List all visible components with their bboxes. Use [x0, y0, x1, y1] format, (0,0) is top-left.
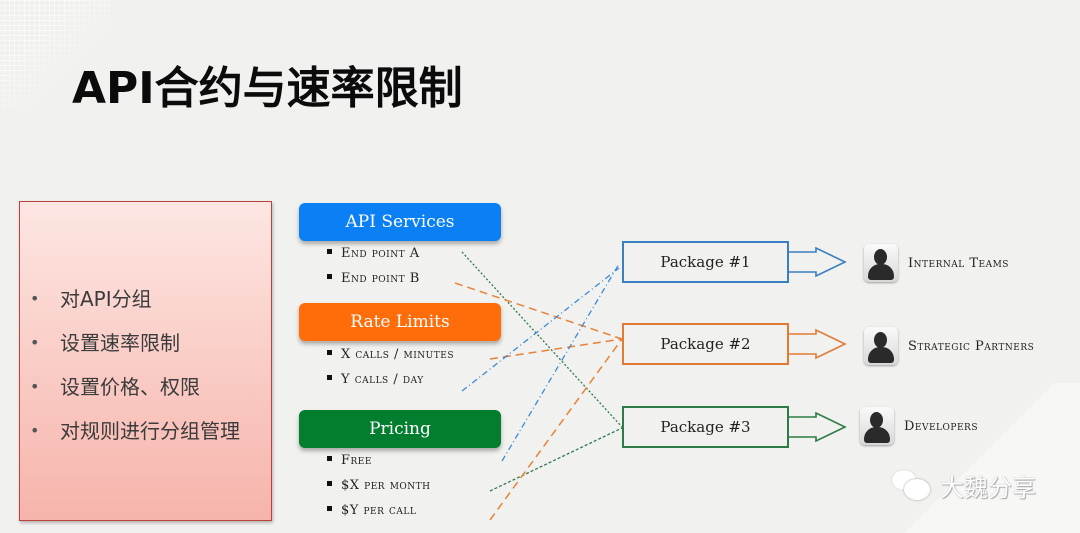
list-item: $X per month	[327, 476, 431, 501]
category-pricing: Pricing	[299, 410, 501, 448]
audience-label: Strategic Partners	[908, 338, 1035, 354]
bullet-icon: •	[30, 377, 40, 396]
bullet-icon: •	[30, 421, 40, 440]
api-services-list: End point A End point B	[327, 244, 420, 294]
category-rate-limits: Rate Limits	[299, 303, 501, 341]
square-bullet-icon	[327, 350, 332, 355]
list-item: End point A	[327, 244, 420, 269]
square-bullet-icon	[327, 456, 332, 461]
list-item: Free	[327, 451, 431, 476]
decorative-slab	[840, 383, 1080, 533]
feature-item: • 设置速率限制	[30, 326, 240, 370]
package-3-box: Package #3	[622, 406, 789, 448]
feature-item: • 设置价格、权限	[30, 370, 240, 414]
arrow-pkg2	[789, 328, 847, 360]
connection-xcalls-pkg2	[489, 338, 623, 360]
audience-developers: Developers	[860, 407, 978, 445]
feature-item: • 对API分组	[30, 282, 240, 326]
bullet-icon: •	[30, 333, 40, 352]
list-item: $Y per call	[327, 501, 431, 526]
square-bullet-icon	[327, 481, 332, 486]
feature-item: • 对规则进行分组管理	[30, 414, 240, 458]
bullet-icon: •	[30, 289, 40, 308]
connection-xmonth-pkg3	[489, 427, 623, 492]
square-bullet-icon	[327, 249, 332, 254]
square-bullet-icon	[327, 375, 332, 380]
connection-pricing-pkg1	[501, 263, 620, 462]
pricing-list: Free $X per month $Y per call	[327, 451, 431, 526]
package-2-box: Package #2	[622, 323, 789, 365]
user-avatar-icon	[860, 407, 894, 445]
user-avatar-icon	[864, 244, 898, 282]
page-title: API合约与速率限制	[72, 63, 463, 114]
list-item: End point B	[327, 269, 420, 294]
feature-summary-box: • 对API分组 • 设置速率限制 • 设置价格、权限 • 对规则进行分组管理	[19, 201, 272, 521]
square-bullet-icon	[327, 274, 332, 279]
audience-label: Developers	[904, 418, 978, 434]
wechat-icon	[892, 469, 934, 502]
audience-internal-teams: Internal Teams	[864, 244, 1009, 282]
arrow-pkg3	[789, 411, 847, 443]
square-bullet-icon	[327, 506, 332, 511]
list-item: Y calls / day	[327, 370, 454, 395]
arrow-pkg1	[789, 246, 847, 278]
category-api-services: API Services	[299, 203, 501, 241]
audience-strategic-partners: Strategic Partners	[864, 327, 1034, 365]
list-item: X calls / minutes	[327, 345, 454, 370]
connection-ycall-pkg2	[489, 338, 623, 521]
user-avatar-icon	[864, 327, 898, 365]
audience-label: Internal Teams	[908, 255, 1009, 271]
watermark-text: 大魏分享	[940, 474, 1036, 502]
watermark: 大魏分享	[892, 468, 1036, 503]
rate-limits-list: X calls / minutes Y calls / day	[327, 345, 454, 395]
package-1-box: Package #1	[622, 241, 789, 283]
